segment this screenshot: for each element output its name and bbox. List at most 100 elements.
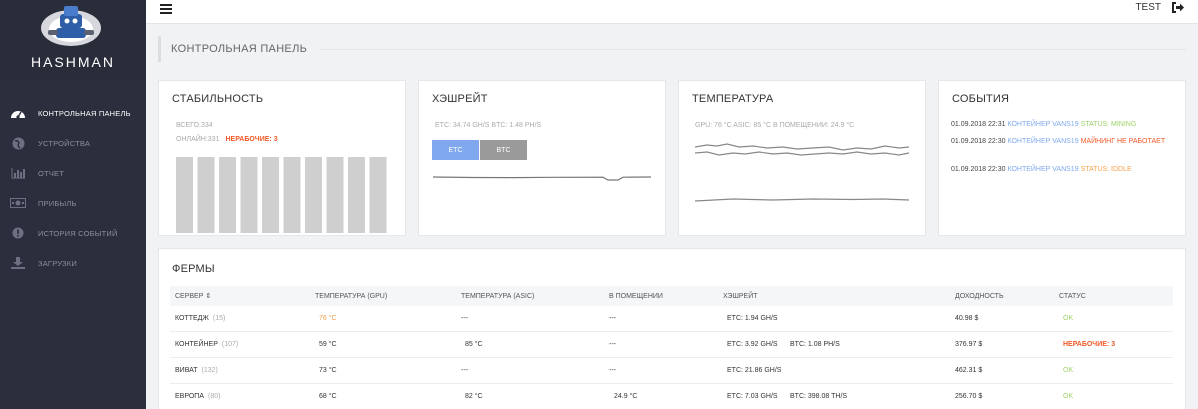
hashrate-card: ХЭШРЕЙТ ETC: 34.74 GH/S BTC: 1.48 PH/S E…	[418, 80, 666, 236]
income: 376.97 $	[955, 341, 983, 348]
hashrate-etc: ETC: 1.94 GH/S	[727, 315, 778, 322]
asic-temp: ---	[461, 315, 468, 322]
farm-name: ЕВРОПА	[175, 393, 204, 400]
event-item[interactable]: 01.09.2018 22:30 КОНТЕЙНЕР VANS19 МАЙНИН…	[951, 136, 1177, 147]
event-time: 01.09.2018 22:30	[951, 166, 1006, 173]
farm-name-cell: ВИВАТ (132)	[175, 358, 218, 383]
farm-count: (15)	[212, 315, 226, 322]
btc-button[interactable]: BTC	[480, 140, 527, 160]
column-income: ДОХОДНОСТЬ	[955, 292, 1004, 300]
hamburger-icon[interactable]	[160, 4, 172, 14]
stability-bars	[176, 157, 387, 233]
farm-name-cell: ЕВРОПА (80)	[175, 384, 220, 409]
event-message: МАЙНИНГ НЕ РАБОТАЕТ	[1080, 138, 1166, 145]
robot-mascot-icon	[41, 6, 101, 46]
sidebar-item-label: ИСТОРИЯ СОБЫТИЙ	[38, 228, 118, 238]
asic-temp: 85 °C	[465, 341, 483, 348]
sidebar-item-report[interactable]: ОТЧЕТ	[0, 158, 146, 188]
event-time: 01.09.2018 22:30	[951, 138, 1006, 145]
gpu-temp: 73 °C	[319, 367, 337, 374]
gpu-temp: 68 °C	[319, 393, 337, 400]
event-message: STATUS: IDDLE	[1080, 166, 1132, 173]
card-title: СТАБИЛЬНОСТЬ	[172, 93, 264, 105]
farms-table: СЕРВЕР ⇕ ТЕМПЕРАТУРА (GPU) ТЕМПЕРАТУРА (…	[170, 286, 1173, 409]
temperature-stats: GPU: 76 °C ASIC: 85 °C В ПОМЕЩЕНИИ: 24.9…	[695, 122, 855, 129]
hashrate-stats: ETC: 34.74 GH/S BTC: 1.48 PH/S	[435, 122, 542, 129]
stability-bar	[219, 157, 236, 233]
logout-icon[interactable]	[1171, 2, 1184, 13]
logo-area: HASHMAN	[0, 0, 146, 80]
event-source: КОНТЕЙНЕР VANS19	[1007, 138, 1079, 145]
asic-temp: 82 °C	[465, 393, 483, 400]
stability-card: СТАБИЛЬНОСТЬ ВСЕГО:334 ОНЛАЙН:331 НЕРАБОЧ…	[158, 80, 406, 236]
sidebar-item-dashboard[interactable]: КОНТРОЛЬНАЯ ПАНЕЛЬ	[0, 98, 146, 128]
stability-bar	[176, 157, 193, 233]
hashrate-btc: BTC: 398.08 TH/S	[790, 393, 848, 400]
column-hashrate: ХЭШРЕЙТ	[723, 292, 758, 300]
table-row[interactable]: КОТТЕДЖ (15) 76 °C --- --- ETC: 1.94 GH/S…	[170, 306, 1173, 332]
hashrate-etc: ETC: 3.92 GH/S	[727, 341, 778, 348]
sidebar-item-label: ОТЧЕТ	[38, 168, 64, 178]
stability-bar	[283, 157, 301, 233]
farm-name-cell: КОНТЕЙНЕР (107)	[175, 332, 238, 357]
sidebar-item-label: УСТРОЙСТВА	[38, 138, 91, 148]
card-title: ТЕМПЕРАТУРА	[692, 93, 774, 105]
table-row[interactable]: ЕВРОПА (80) 68 °C 82 °C 24.9 °C ETC: 7.03…	[170, 384, 1173, 409]
column-server[interactable]: СЕРВЕР ⇕	[175, 286, 211, 306]
table-row[interactable]: КОНТЕЙНЕР (107) 59 °C 85 °C --- ETC: 3.92…	[170, 332, 1173, 358]
status-badge: OK	[1063, 367, 1074, 374]
etc-button[interactable]: ETC	[432, 140, 479, 160]
event-message: STATUS: MINING	[1080, 121, 1137, 128]
room-temp: ---	[609, 341, 616, 348]
income: 462.31 $	[955, 367, 983, 374]
stability-bar	[305, 157, 322, 233]
algo-switch: ETC BTC	[432, 140, 528, 160]
events-card: СОБЫТИЯ 01.09.2018 22:31 КОНТЕЙНЕР VANS1…	[938, 80, 1186, 236]
page-header: КОНТРОЛЬНАЯ ПАНЕЛЬ	[158, 36, 1186, 62]
asic-temp: ---	[461, 367, 468, 374]
room-temp: ---	[609, 315, 616, 322]
column-asic-temp: ТЕМПЕРАТУРА (ASIC)	[461, 292, 535, 300]
farm-name: КОТТЕДЖ	[175, 315, 209, 322]
stability-bar	[240, 157, 258, 233]
gpu-temp: 59 °C	[319, 341, 337, 348]
event-source: КОНТЕЙНЕР VANS19	[1007, 166, 1079, 173]
bar-chart-icon	[10, 165, 26, 181]
sidebar-item-downloads[interactable]: ЗАГРУЗКИ	[0, 248, 146, 278]
temperature-card: ТЕМПЕРАТУРА GPU: 76 °C ASIC: 85 °C В ПОМ…	[678, 80, 926, 236]
status-badge: OK	[1063, 315, 1074, 322]
download-icon	[10, 255, 26, 271]
temperature-sparklines	[694, 143, 910, 202]
user-name[interactable]: TEST	[1135, 2, 1161, 13]
money-icon	[10, 195, 26, 211]
alert-icon	[10, 225, 26, 241]
farm-name-cell: КОТТЕДЖ (15)	[175, 306, 225, 331]
stability-bar	[369, 157, 387, 233]
status-badge: НЕРАБОЧИЕ: 3	[1063, 341, 1116, 348]
table-row[interactable]: ВИВАТ (132) 73 °C --- --- ETC: 21.86 GH/S…	[170, 358, 1173, 384]
column-status: СТАТУС	[1059, 292, 1086, 300]
farms-card: ФЕРМЫ СЕРВЕР ⇕ ТЕМПЕРАТУРА (GPU) ТЕМПЕРА…	[158, 248, 1186, 409]
column-room-temp: В ПОМЕЩЕНИИ	[609, 292, 663, 300]
online-count: ОНЛАЙН:331 НЕРАБОЧИЕ: 3	[176, 136, 278, 143]
sidebar-item-profit[interactable]: ПРИБЫЛЬ	[0, 188, 146, 218]
event-item[interactable]: 01.09.2018 22:31 КОНТЕЙНЕР VANS19 STATUS…	[951, 119, 1177, 130]
event-item[interactable]: 01.09.2018 22:30 КОНТЕЙНЕР VANS19 STATUS…	[951, 164, 1177, 175]
gpu-temp: 76 °C	[319, 315, 337, 322]
sidebar-item-label: ЗАГРУЗКИ	[38, 258, 77, 268]
status-badge: OK	[1063, 393, 1074, 400]
page-title: КОНТРОЛЬНАЯ ПАНЕЛЬ	[171, 43, 308, 55]
divider	[321, 48, 1186, 50]
table-header: СЕРВЕР ⇕ ТЕМПЕРАТУРА (GPU) ТЕМПЕРАТУРА (…	[170, 286, 1173, 306]
top-bar: TEST	[146, 0, 1198, 24]
sidebar: HASHMAN КОНТРОЛЬНАЯ ПАНЕЛЬ УСТРОЙСТВА ОТ…	[0, 0, 146, 409]
farm-name: КОНТЕЙНЕР	[175, 341, 218, 348]
hashrate-btc: BTC: 1.08 PH/S	[790, 341, 840, 348]
sidebar-item-devices[interactable]: УСТРОЙСТВА	[0, 128, 146, 158]
column-gpu-temp: ТЕМПЕРАТУРА (GPU)	[315, 292, 388, 300]
sidebar-item-event-history[interactable]: ИСТОРИЯ СОБЫТИЙ	[0, 218, 146, 248]
room-temp: 24.9 °C	[614, 393, 638, 400]
stability-bar	[326, 157, 344, 233]
hashrate-etc: ETC: 21.86 GH/S	[727, 367, 782, 374]
income: 256.70 $	[955, 393, 983, 400]
